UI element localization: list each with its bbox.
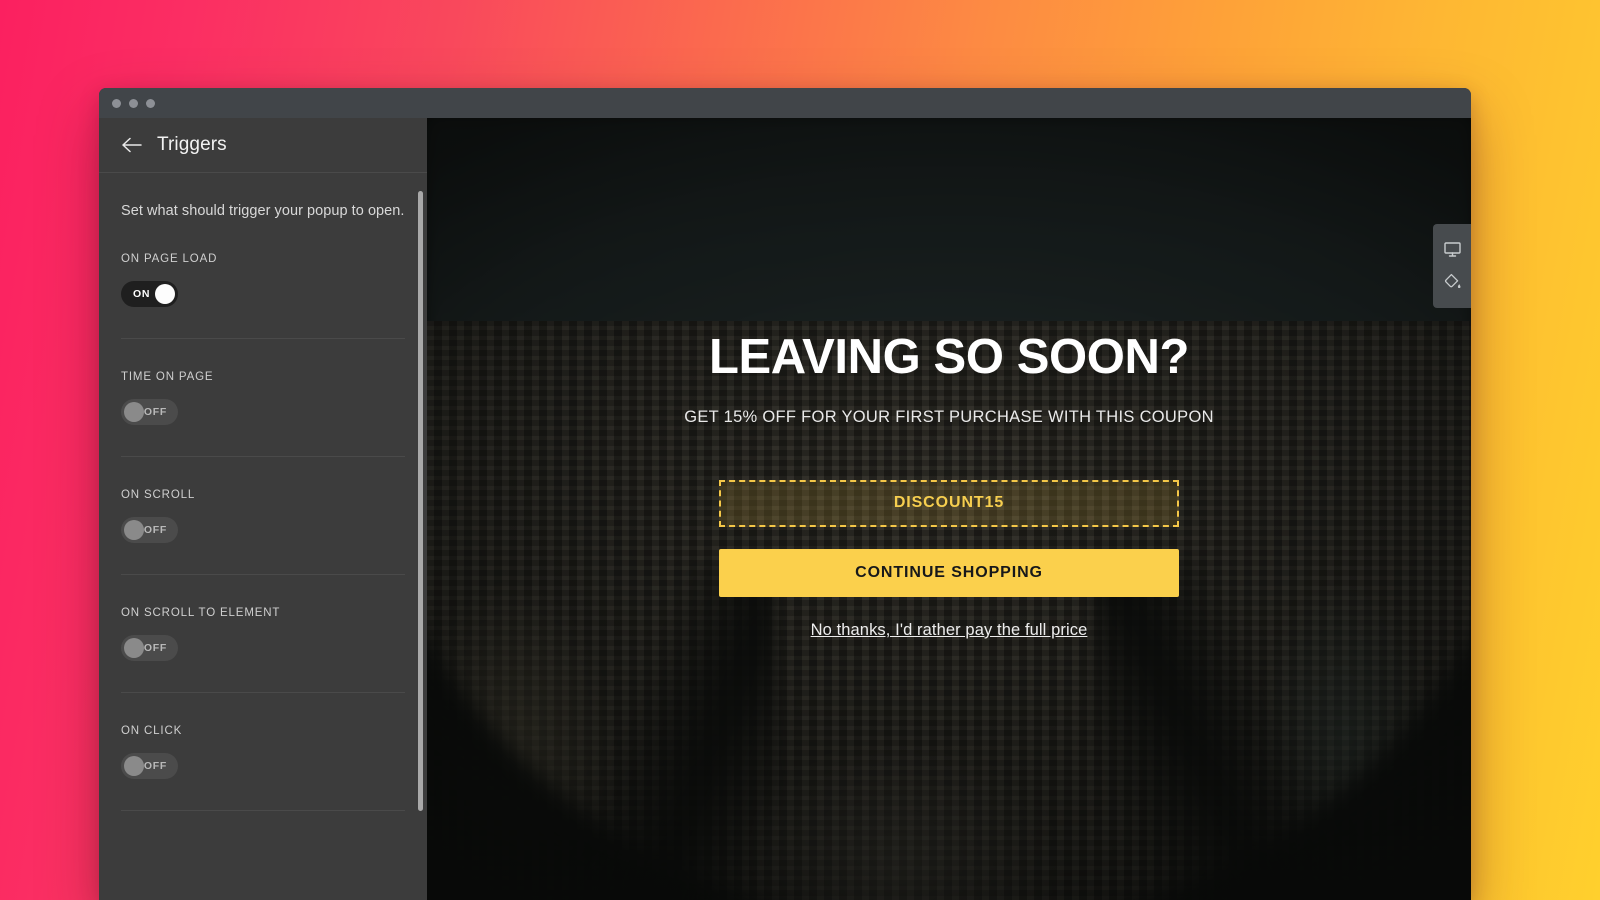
toggle-state-label: OFF [143, 406, 167, 418]
arrow-left-icon[interactable] [121, 134, 143, 156]
popup-preview-canvas: LEAVING SO SOON? GET 15% OFF FOR YOUR FI… [427, 118, 1471, 900]
popup-headline: LEAVING SO SOON? [708, 330, 1189, 385]
coupon-code-box[interactable]: DISCOUNT15 [719, 479, 1179, 527]
trigger-group-time-on-page: TIME ON PAGE OFF [121, 371, 405, 457]
trigger-group-on-scroll: ON SCROLL OFF [121, 489, 405, 575]
window-maximize-button[interactable] [146, 98, 155, 108]
toggle-on-scroll[interactable]: OFF [121, 517, 178, 543]
trigger-label: ON PAGE LOAD [121, 253, 218, 265]
toggle-on-click[interactable]: OFF [121, 753, 178, 779]
toggle-knob [155, 284, 175, 304]
sidebar-scroll-area: Set what should trigger your popup to op… [99, 173, 427, 900]
continue-shopping-label: CONTINUE SHOPPING [855, 563, 1043, 581]
toggle-on-scroll-to-element[interactable]: OFF [121, 635, 178, 661]
coupon-code-text: DISCOUNT15 [893, 494, 1005, 512]
toggle-state-label: OFF [143, 760, 167, 772]
app-window: Triggers Set what should trigger your po… [99, 88, 1471, 900]
toggle-on-page-load[interactable]: ON [121, 281, 178, 307]
page-title: Triggers [157, 134, 227, 155]
window-body: Triggers Set what should trigger your po… [99, 118, 1471, 900]
trigger-label: ON SCROLL [121, 489, 196, 501]
decline-link[interactable]: No thanks, I'd rather pay the full price [811, 621, 1088, 640]
sidebar-scrollbar[interactable] [415, 173, 427, 900]
popup-content: LEAVING SO SOON? GET 15% OFF FOR YOUR FI… [427, 118, 1471, 900]
window-minimize-button[interactable] [129, 98, 138, 108]
window-titlebar [99, 88, 1471, 118]
trigger-label: TIME ON PAGE [121, 371, 214, 383]
trigger-group-on-scroll-to-element: ON SCROLL TO ELEMENT OFF [121, 607, 405, 693]
paint-bucket-icon[interactable] [1433, 265, 1471, 297]
triggers-sidebar: Triggers Set what should trigger your po… [99, 118, 427, 900]
toggle-knob [124, 638, 144, 658]
desktop-monitor-icon[interactable] [1433, 233, 1471, 265]
sidebar-intro-text: Set what should trigger your popup to op… [121, 203, 405, 219]
toggle-state-label: ON [133, 288, 151, 300]
toggle-knob [124, 756, 144, 776]
trigger-group-on-click: ON CLICK OFF [121, 725, 405, 811]
toggle-knob [124, 402, 144, 422]
preview-toolbar [1433, 224, 1471, 308]
window-close-button[interactable] [112, 98, 121, 108]
toggle-time-on-page[interactable]: OFF [121, 399, 178, 425]
popup-subheadline: GET 15% OFF FOR YOUR FIRST PURCHASE WITH… [684, 407, 1214, 426]
toggle-knob [124, 520, 144, 540]
trigger-label: ON CLICK [121, 725, 183, 737]
toggle-state-label: OFF [143, 524, 167, 536]
sidebar-scrollbar-thumb[interactable] [418, 191, 423, 811]
toggle-state-label: OFF [143, 642, 167, 654]
trigger-label: ON SCROLL TO ELEMENT [121, 607, 281, 619]
continue-shopping-button[interactable]: CONTINUE SHOPPING [719, 548, 1179, 597]
sidebar-header: Triggers [99, 118, 427, 173]
trigger-group-on-page-load: ON PAGE LOAD ON [121, 253, 405, 339]
